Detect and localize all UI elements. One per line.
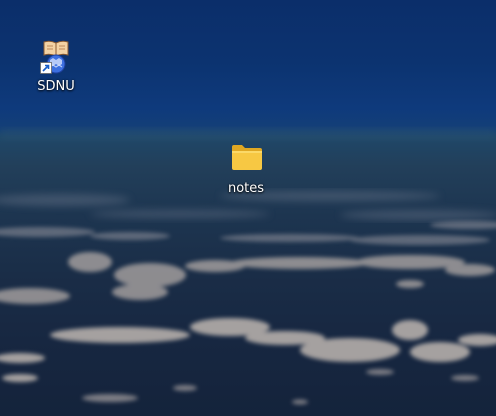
folder-icon <box>230 140 262 176</box>
desktop-icon-notes[interactable]: notes <box>208 140 284 196</box>
desktop[interactable]: SDNU notes <box>0 0 496 416</box>
sdnu-shortcut-icon <box>40 38 72 74</box>
desktop-icon-label: SDNU <box>37 79 75 94</box>
shortcut-arrow-icon <box>40 62 52 74</box>
desktop-icon-sdnu[interactable]: SDNU <box>18 38 94 94</box>
desktop-icon-label: notes <box>227 181 265 196</box>
